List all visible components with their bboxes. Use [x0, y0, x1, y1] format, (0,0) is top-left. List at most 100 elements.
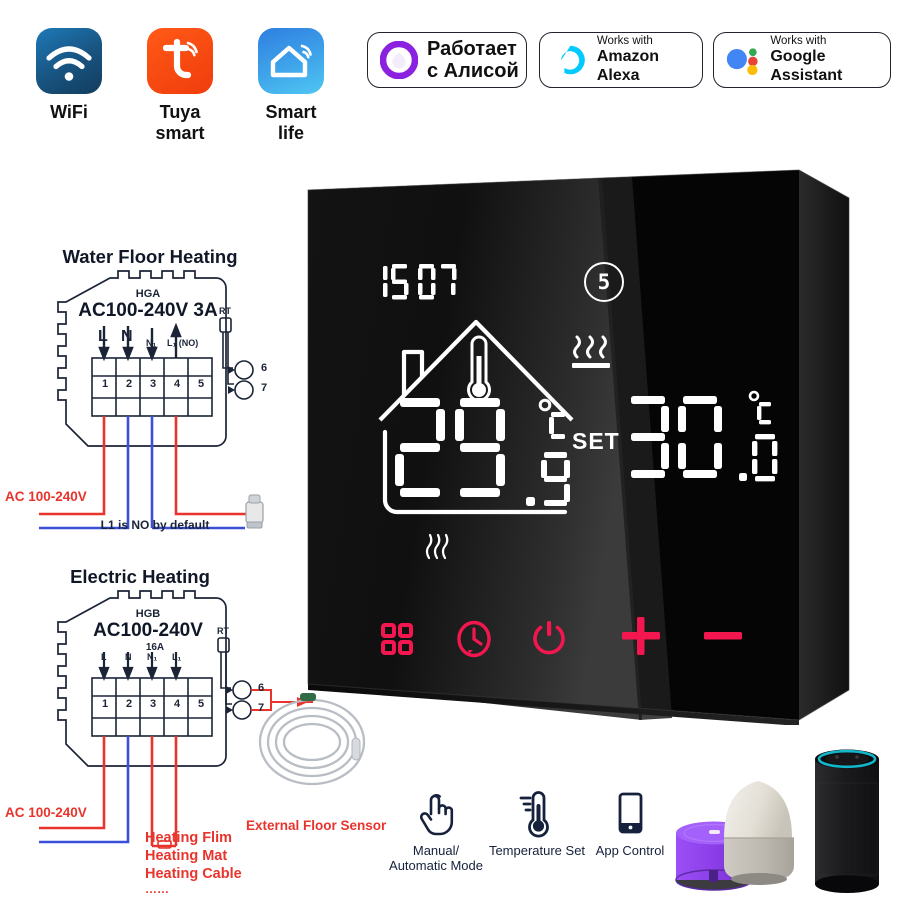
thermostat-device: 15 07 5: [302, 160, 850, 725]
google-badge: Works with Google Assistant: [713, 32, 891, 88]
wiring-electric-terminal-1: 1: [101, 698, 109, 710]
wiring-water-terminal-2: 2: [125, 378, 133, 390]
wiring-water-pin-N: N: [121, 328, 133, 345]
feature-label-line1: Temperature Set: [488, 843, 586, 858]
feature-label-line1: Manual/: [412, 843, 460, 858]
plus-icon[interactable]: [620, 615, 662, 657]
alice-badge-line2: с Алисой: [427, 60, 519, 82]
alice-badge-line1: Работает: [427, 37, 517, 60]
smart-life-icon: [270, 44, 312, 78]
weekday-value: 5: [597, 270, 611, 294]
room-temp-unit: °C: [538, 398, 568, 447]
wiring-water-voltage: AC100-240V 3A: [78, 300, 218, 321]
celsius-icon: [538, 398, 565, 439]
plus-button[interactable]: [620, 615, 662, 662]
wiring-water-note: L1 is NO by default: [100, 518, 210, 532]
set-temp-decimal: 0: [738, 432, 780, 487]
app-icon-wifi: WiFi: [36, 28, 102, 122]
alice-logo-icon: [380, 41, 418, 79]
wiring-electric-pin-N1: N₁: [147, 652, 158, 662]
hand-tap-icon: [419, 794, 454, 836]
wiring-electric-supply-label: AC 100-240V: [5, 805, 87, 820]
google-badge-line1: Works with: [770, 35, 827, 47]
load-label-4: ……: [145, 882, 169, 897]
wiring-electric-pin-L: L: [101, 652, 107, 662]
wiring-water-pin-L1: L₁ (NO): [167, 338, 199, 348]
app-icon-smart-life: Smart life: [258, 28, 324, 143]
wiring-electric-load-labels: Heating Flim Heating Mat Heating Cable ……: [145, 829, 242, 895]
app-icon-label: Smart life: [265, 102, 317, 143]
room-temp-decimal-seven-segment: [526, 452, 570, 506]
wiring-electric-voltage: AC100-240V: [93, 620, 203, 641]
room-temperature-value: 29: [394, 396, 540, 505]
app-icon-label: WiFi: [50, 102, 88, 122]
wiring-water-pin-L: L: [98, 328, 108, 345]
set-temperature-value: 30: [626, 394, 744, 485]
app-icon-tuya: Tuya smart: [147, 28, 213, 143]
minus-button[interactable]: [702, 615, 744, 662]
alexa-badge: Works with Amazon Alexa: [539, 32, 703, 88]
alexa-badge-line1: Works with: [596, 35, 653, 47]
app-icon-label: Tuya smart: [155, 102, 205, 143]
wiring-electric-pin-L1: L₁: [172, 652, 182, 662]
wiring-electric-rt-label: RT: [217, 626, 229, 636]
power-button[interactable]: [530, 619, 568, 662]
set-temp-decimal-seven-segment: [739, 434, 778, 482]
room-temp-decimal: 9: [525, 450, 573, 513]
power-icon[interactable]: [530, 619, 568, 657]
wiring-electric-terminal-7: 7: [257, 702, 265, 714]
wiring-electric-terminal-4: 4: [173, 698, 181, 710]
wiring-electric-terminal-5: 5: [197, 698, 205, 710]
google-home-speaker: [724, 781, 794, 885]
external-floor-sensor-label: External Floor Sensor: [246, 818, 387, 833]
alexa-logo-icon: [561, 45, 585, 75]
minus-icon[interactable]: [702, 615, 744, 657]
room-temperature-display: 29 °C: [360, 300, 600, 575]
thermometer-icon: [519, 791, 549, 838]
wiring-water-model: HGA: [135, 288, 161, 300]
wifi-icon: [46, 46, 92, 81]
wiring-diagram-water-floor-heating: Water Floor Heating HGA AC100-240V 3A L …: [0, 246, 300, 536]
wiring-water-supply-label: AC 100-240V: [5, 489, 87, 504]
wiring-water-terminal-4: 4: [173, 378, 181, 390]
tuya-smart-icon: [162, 38, 198, 79]
clock-icon[interactable]: [455, 620, 493, 658]
wiring-water-terminal-6: 6: [260, 362, 268, 374]
weekday-indicator: 5: [584, 262, 624, 302]
grid-icon[interactable]: [380, 622, 414, 656]
manual-automatic-mode-feature: Manual/ Automatic Mode: [384, 790, 488, 874]
google-assistant-logo-icon: [726, 48, 758, 76]
wiring-water-terminal-1: 1: [101, 378, 109, 390]
set-temp-unit: °C: [748, 390, 774, 433]
wiring-water-terminal-5: 5: [197, 378, 205, 390]
wiring-electric-model: HGB: [135, 608, 161, 620]
clock-button[interactable]: [455, 620, 493, 663]
menu-button[interactable]: [380, 622, 414, 661]
wiring-water-terminal-3: 3: [149, 378, 157, 390]
speakers-svg: [675, 749, 879, 893]
wiring-electric-pin-N: N: [125, 652, 132, 662]
wiring-water-pin-N1: N₁: [146, 338, 157, 348]
smart-speakers-group: [663, 735, 900, 900]
set-temp-seven-segment: [631, 396, 722, 478]
feature-label-line2: Automatic Mode: [389, 858, 483, 874]
set-celsius-icon: [748, 390, 771, 425]
load-label-3: Heating Cable: [145, 866, 242, 883]
wiring-electric-terminal-2: 2: [125, 698, 133, 710]
temperature-set-feature: Temperature Set: [482, 790, 592, 858]
set-label: SET: [572, 428, 620, 454]
clock-seven-segment: [383, 264, 457, 300]
amazon-echo-speaker: [815, 749, 879, 893]
wiring-water-terminal-7: 7: [260, 382, 268, 394]
load-label-2: Heating Mat: [145, 848, 228, 865]
wiring-electric-title: Electric Heating: [70, 566, 210, 587]
load-label-1: Heating Flim: [145, 830, 233, 846]
wiring-water-title: Water Floor Heating: [62, 246, 238, 267]
heat-rising-icon: [425, 533, 449, 560]
wiring-electric-terminal-6: 6: [257, 682, 265, 694]
alice-badge: Работает с Алисой: [367, 32, 527, 88]
google-badge-line2: Google Assistant: [770, 48, 843, 84]
wiring-water-rt-label: RT: [219, 306, 231, 316]
alexa-badge-line2: Amazon Alexa: [596, 48, 660, 84]
underfloor-heat-icon: [420, 530, 454, 569]
